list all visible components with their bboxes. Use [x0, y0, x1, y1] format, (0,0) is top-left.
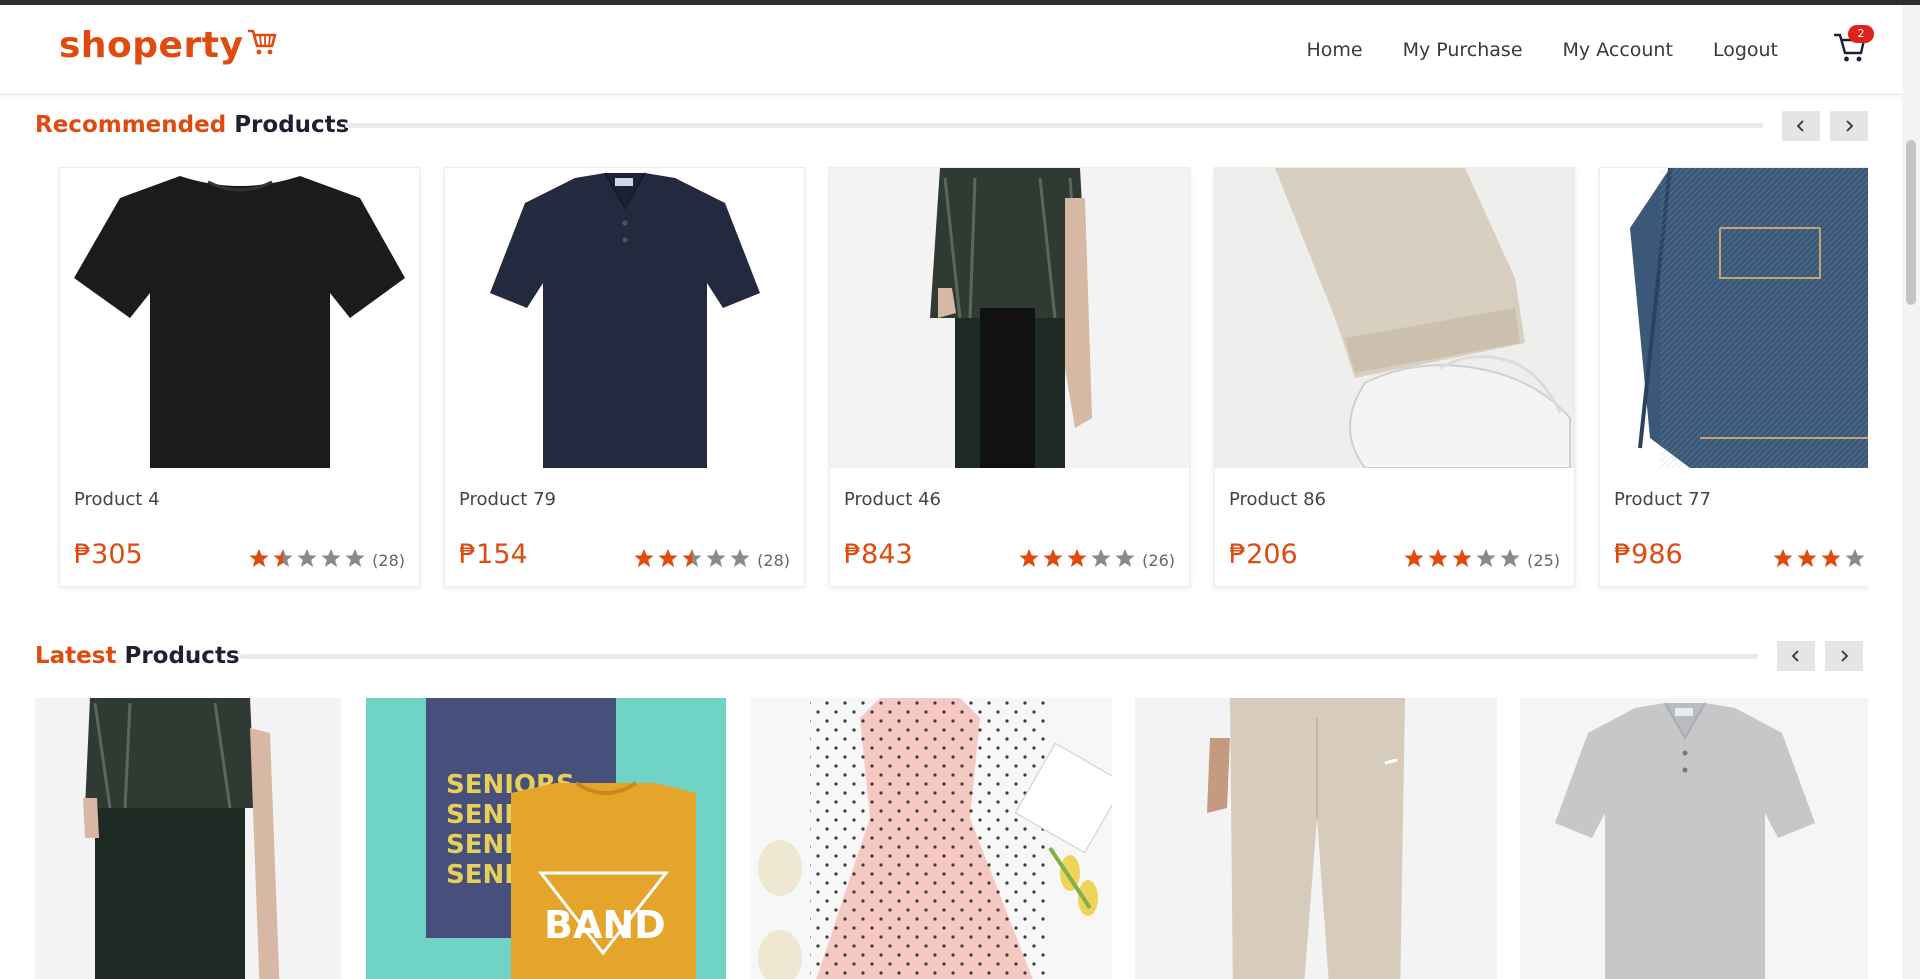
chevron-right-icon	[1841, 650, 1849, 662]
latest-title-rest: Products	[124, 643, 240, 669]
recommended-divider	[345, 123, 1763, 128]
rating-count: (25)	[1527, 550, 1560, 570]
product-name: Product 86	[1229, 489, 1326, 510]
star-icon	[658, 549, 678, 567]
rating-stars	[1772, 548, 1868, 572]
brand-name: shoperty	[59, 25, 244, 66]
site-header: shoperty Home My Purchase My Account Log…	[0, 5, 1902, 95]
latest-product-pink-polka-dress[interactable]	[750, 698, 1112, 979]
rating-count: (28)	[372, 550, 405, 570]
product-card[interactable]: Product 77 ₱986	[1599, 167, 1868, 587]
product-image-black-tshirt	[60, 168, 419, 468]
latest-prev-button[interactable]	[1777, 641, 1815, 671]
recommended-next-button[interactable]	[1830, 111, 1868, 141]
product-image-fur-vest-coat	[830, 168, 1189, 468]
rating-count: (28)	[757, 550, 790, 570]
recommended-prev-button[interactable]	[1782, 111, 1820, 141]
brand-logo[interactable]: shoperty	[59, 28, 277, 64]
nav-my-account-link[interactable]: My Account	[1563, 39, 1673, 61]
product-name: Product 46	[844, 489, 941, 510]
star-icon	[634, 549, 654, 567]
recommended-title-accent: Recommended	[35, 112, 227, 138]
product-rating: (26)	[1018, 548, 1175, 572]
product-card[interactable]: Product 46 ₱843 (26)	[829, 167, 1190, 587]
product-price: ₱154	[459, 539, 528, 570]
product-card[interactable]: Product 79 ₱154 (28)	[444, 167, 805, 587]
latest-product-grey-polo[interactable]	[1520, 698, 1868, 979]
product-image-denim-jacket	[1600, 168, 1868, 468]
svg-text:BAND: BAND	[544, 903, 666, 947]
product-image-navy-polo	[445, 168, 804, 468]
latest-product-beige-sweatpants[interactable]	[1135, 698, 1497, 979]
product-rating: (28)	[633, 548, 790, 572]
star-icon	[321, 549, 341, 567]
product-image-joggers-sneakers	[1215, 168, 1574, 468]
recommended-carousel: Product 4 ₱305 (28) Product 79 ₱154 (28)	[55, 167, 1868, 599]
nav-my-purchase-link[interactable]: My Purchase	[1403, 39, 1523, 61]
latest-product-fur-vest-coat[interactable]	[35, 698, 341, 979]
logo-cart-icon	[247, 28, 277, 60]
product-price: ₱843	[844, 539, 913, 570]
star-icon	[1067, 549, 1087, 567]
svg-text:SENI: SENI	[446, 860, 514, 890]
star-icon	[1797, 549, 1817, 567]
nav-logout-link[interactable]: Logout	[1713, 39, 1778, 61]
product-rating: (28)	[248, 548, 405, 572]
svg-text:SENI: SENI	[446, 800, 514, 830]
product-name: Product 4	[74, 489, 160, 510]
product-price: ₱986	[1614, 539, 1683, 570]
latest-next-button[interactable]	[1825, 641, 1863, 671]
rating-stars	[633, 548, 751, 572]
main-nav: Home My Purchase My Account Logout	[1306, 39, 1778, 61]
star-icon	[1043, 549, 1063, 567]
product-price: ₱206	[1229, 539, 1298, 570]
recommended-section-title: Recommended Products	[35, 112, 349, 138]
product-price: ₱305	[74, 539, 143, 570]
star-icon	[706, 549, 726, 567]
rating-stars	[1018, 548, 1136, 572]
product-name: Product 77	[1614, 489, 1711, 510]
latest-title-accent: Latest	[35, 643, 117, 669]
product-name: Product 79	[459, 489, 556, 510]
star-icon	[273, 549, 293, 567]
rating-stars	[248, 548, 366, 572]
chevron-left-icon	[1791, 650, 1799, 662]
star-icon	[1019, 549, 1039, 567]
rating-count: (26)	[1142, 550, 1175, 570]
latest-carousel: SENIORS SENI SENI SENI BAND	[35, 698, 1868, 979]
svg-text:SENI: SENI	[446, 830, 514, 860]
star-icon	[1845, 549, 1865, 567]
star-icon	[1476, 549, 1496, 567]
star-icon	[1773, 549, 1793, 567]
chevron-right-icon	[1846, 120, 1854, 132]
star-icon	[1404, 549, 1424, 567]
product-rating	[1772, 548, 1868, 572]
star-icon	[1821, 549, 1841, 567]
product-card[interactable]: Product 86 ₱206 (25)	[1214, 167, 1575, 587]
latest-divider	[240, 654, 1758, 659]
product-card[interactable]: Product 4 ₱305 (28)	[59, 167, 420, 587]
nav-home-link[interactable]: Home	[1306, 39, 1362, 61]
star-icon	[1452, 549, 1472, 567]
page-scrollbar-thumb[interactable]	[1906, 140, 1916, 305]
star-icon	[249, 549, 269, 567]
rating-stars	[1403, 548, 1521, 572]
latest-product-seniors-band-tees[interactable]: SENIORS SENI SENI SENI BAND	[366, 698, 726, 979]
star-icon	[345, 549, 365, 567]
star-icon	[1428, 549, 1448, 567]
star-icon	[1115, 549, 1135, 567]
latest-section-title: Latest Products	[35, 643, 240, 669]
star-icon	[730, 549, 750, 567]
chevron-left-icon	[1796, 120, 1804, 132]
recommended-title-rest: Products	[234, 112, 350, 138]
product-rating: (25)	[1403, 548, 1560, 572]
star-icon	[1500, 549, 1520, 567]
star-icon	[682, 549, 702, 567]
star-icon	[297, 549, 317, 567]
star-icon	[1091, 549, 1111, 567]
cart-count-badge: 2	[1848, 25, 1874, 43]
